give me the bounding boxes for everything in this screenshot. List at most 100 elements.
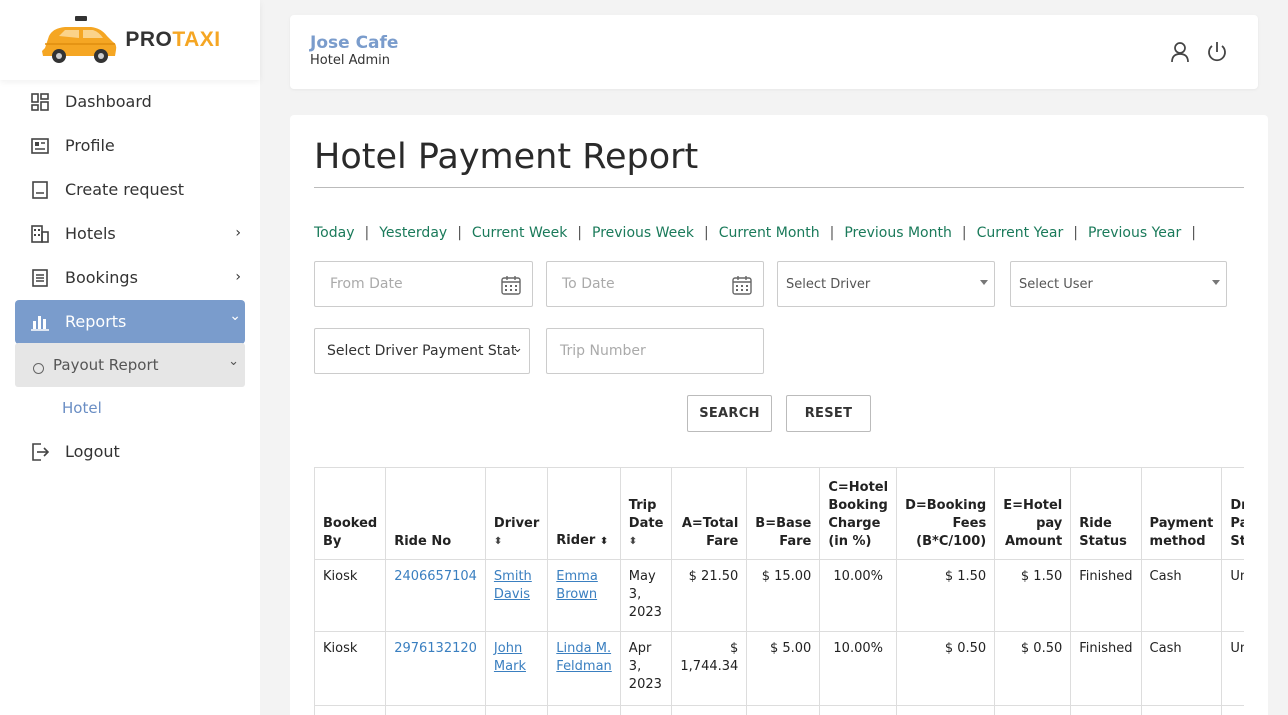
separator: | [457, 225, 462, 241]
col-payment-method: Payment method [1140, 467, 1223, 560]
sort-icon[interactable]: ⬍ [494, 533, 539, 551]
separator: | [1191, 225, 1196, 241]
driver-link[interactable]: Smith Davis [494, 569, 532, 602]
filter-today[interactable]: Today [314, 225, 355, 241]
driver-link[interactable]: John Mark [494, 641, 526, 674]
bar-chart-icon [31, 316, 49, 331]
caret-down-icon [980, 280, 988, 285]
top-header: Jose Cafe Hotel Admin [290, 15, 1258, 89]
chevron-right-icon: › [235, 225, 241, 241]
separator: | [829, 225, 835, 241]
col-trip-date-label: Trip Date [628, 498, 664, 531]
col-booking-fees: D=Booking Fees (B*C/100) [896, 467, 996, 560]
table-header-row: Booked By Ride No Driver ⬍ Rider ⬍ Trip D… [314, 467, 1244, 560]
driver-payment-status-dropdown[interactable]: Select Driver Payment Stat ⌄ [314, 328, 530, 374]
cell-hotel-charge: 10.00% [819, 559, 898, 632]
col-hotel-charge: C=Hotel Booking Charge (in %) [819, 467, 898, 560]
cell-ride-status: Finished [1070, 559, 1142, 632]
col-hotel-pay: E=Hotel pay Amount [994, 467, 1072, 560]
cell-ride-status: Finished [1070, 631, 1142, 706]
col-total-fare: A=Total Fare [671, 467, 748, 560]
caret-down-icon [1212, 280, 1220, 285]
calendar-icon [501, 276, 521, 295]
filter-previous-year[interactable]: Previous Year [1088, 225, 1181, 241]
cell-driver: John Mark [484, 631, 549, 706]
sidebar-item-logout[interactable]: Logout [15, 430, 245, 474]
sidebar-item-bookings[interactable]: Bookings › [15, 256, 245, 300]
sidebar-item-label: Reports [65, 312, 127, 331]
sidebar-item-dashboard[interactable]: Dashboard [15, 80, 245, 124]
power-icon[interactable] [1206, 41, 1228, 63]
cell-trip-date: Apr 3, 2023 [619, 631, 673, 706]
rider-link[interactable]: Linda M. Feldman [556, 641, 612, 674]
filter-current-month[interactable]: Current Month [719, 225, 820, 241]
sidebar-subitem-payout-report[interactable]: Payout Report ⌄ [15, 343, 245, 387]
cell-hotel-pay: $ 0.50 [994, 631, 1072, 706]
user-icon[interactable] [1169, 41, 1191, 63]
from-date-field[interactable]: From Date [314, 261, 533, 307]
cell-booking-fees: $ 0.50 [896, 631, 996, 706]
hotel-building-icon [31, 225, 49, 243]
sidebar-item-profile[interactable]: Profile [15, 124, 245, 168]
circle-bullet-icon [33, 363, 44, 374]
to-date-field[interactable]: To Date [546, 261, 764, 307]
cell-booking-fees: $ 1.50 [896, 559, 996, 632]
reset-button[interactable]: RESET [786, 395, 871, 432]
sidebar-item-label: Hotels [65, 224, 116, 243]
from-date-placeholder: From Date [330, 276, 403, 292]
select-user-dropdown[interactable]: Select User [1010, 261, 1227, 307]
cell-payment-method: Cash [1140, 559, 1223, 632]
col-trip-date[interactable]: Trip Date ⬍ [619, 467, 673, 560]
sort-icon[interactable]: ⬍ [600, 536, 608, 547]
col-ride-no: Ride No [385, 467, 486, 560]
select-driver-dropdown[interactable]: Select Driver [777, 261, 995, 307]
report-table-container: Booked By Ride No Driver ⬍ Rider ⬍ Trip D… [314, 467, 1244, 715]
cell-booked-by: Kiosk [314, 559, 387, 632]
cell-hotel-charge: 10.00% [819, 631, 898, 706]
page-title: Hotel Payment Report [314, 137, 699, 177]
cell-base-fare: $ 15.00 [746, 559, 821, 632]
cell-total-fare: $ 21.50 [671, 559, 748, 632]
ride-number-link[interactable]: 2406657104 [385, 559, 486, 632]
col-driver-label: Driver [493, 516, 540, 531]
title-divider [314, 187, 1244, 188]
chevron-right-icon: › [235, 269, 241, 285]
cell-driver: Smith Davis [484, 559, 549, 632]
payment-report-table: Booked By Ride No Driver ⬍ Rider ⬍ Trip D… [314, 467, 1244, 715]
user-role: Hotel Admin [310, 53, 390, 68]
cell-hotel-pay: $ 1.50 [994, 559, 1072, 632]
filter-previous-month[interactable]: Previous Month [844, 225, 952, 241]
col-driver[interactable]: Driver ⬍ [484, 467, 549, 560]
filter-current-week[interactable]: Current Week [472, 225, 567, 241]
cell-total-fare: $ 1,744.34 [671, 631, 748, 706]
sidebar-item-label: Create request [65, 180, 185, 199]
dashboard-icon [31, 93, 49, 111]
brand-pro: PRO [125, 28, 173, 51]
sidebar: PROTAXI Dashboard Profile Create request… [0, 0, 260, 715]
sidebar-subitem-label: Payout Report [53, 356, 159, 374]
chevron-down-icon: ⌄ [229, 308, 241, 324]
filter-current-year[interactable]: Current Year [977, 225, 1064, 241]
trip-number-input[interactable]: Trip Number [546, 328, 764, 374]
sidebar-item-reports[interactable]: Reports ⌄ [15, 300, 245, 344]
sort-icon[interactable]: ⬍ [629, 533, 664, 551]
cell-payment-method: Cash [1140, 631, 1223, 706]
brand-name: PROTAXI [125, 28, 220, 52]
col-rider-label: Rider [556, 533, 596, 548]
sidebar-item-label: Profile [65, 136, 115, 155]
rider-link[interactable]: Emma Brown [556, 569, 598, 602]
to-date-placeholder: To Date [562, 276, 615, 292]
quick-date-filters: Today | Yesterday | Current Week | Previous We… [314, 225, 1206, 241]
search-button[interactable]: SEARCH [687, 395, 772, 432]
col-rider[interactable]: Rider ⬍ [547, 467, 621, 560]
ride-number-link[interactable]: 2976132120 [385, 631, 486, 706]
sidebar-subitem-hotel[interactable]: Hotel [62, 399, 102, 417]
sidebar-item-label: Logout [65, 442, 120, 461]
brand-taxi: TAXI [172, 28, 221, 51]
logo[interactable]: PROTAXI [0, 0, 260, 80]
sidebar-item-hotels[interactable]: Hotels › [15, 212, 245, 256]
filter-yesterday[interactable]: Yesterday [379, 225, 447, 241]
sidebar-item-create-request[interactable]: Create request [15, 168, 245, 212]
filter-previous-week[interactable]: Previous Week [592, 225, 694, 241]
cell-driver-payment-status: Unsettled [1221, 631, 1244, 706]
